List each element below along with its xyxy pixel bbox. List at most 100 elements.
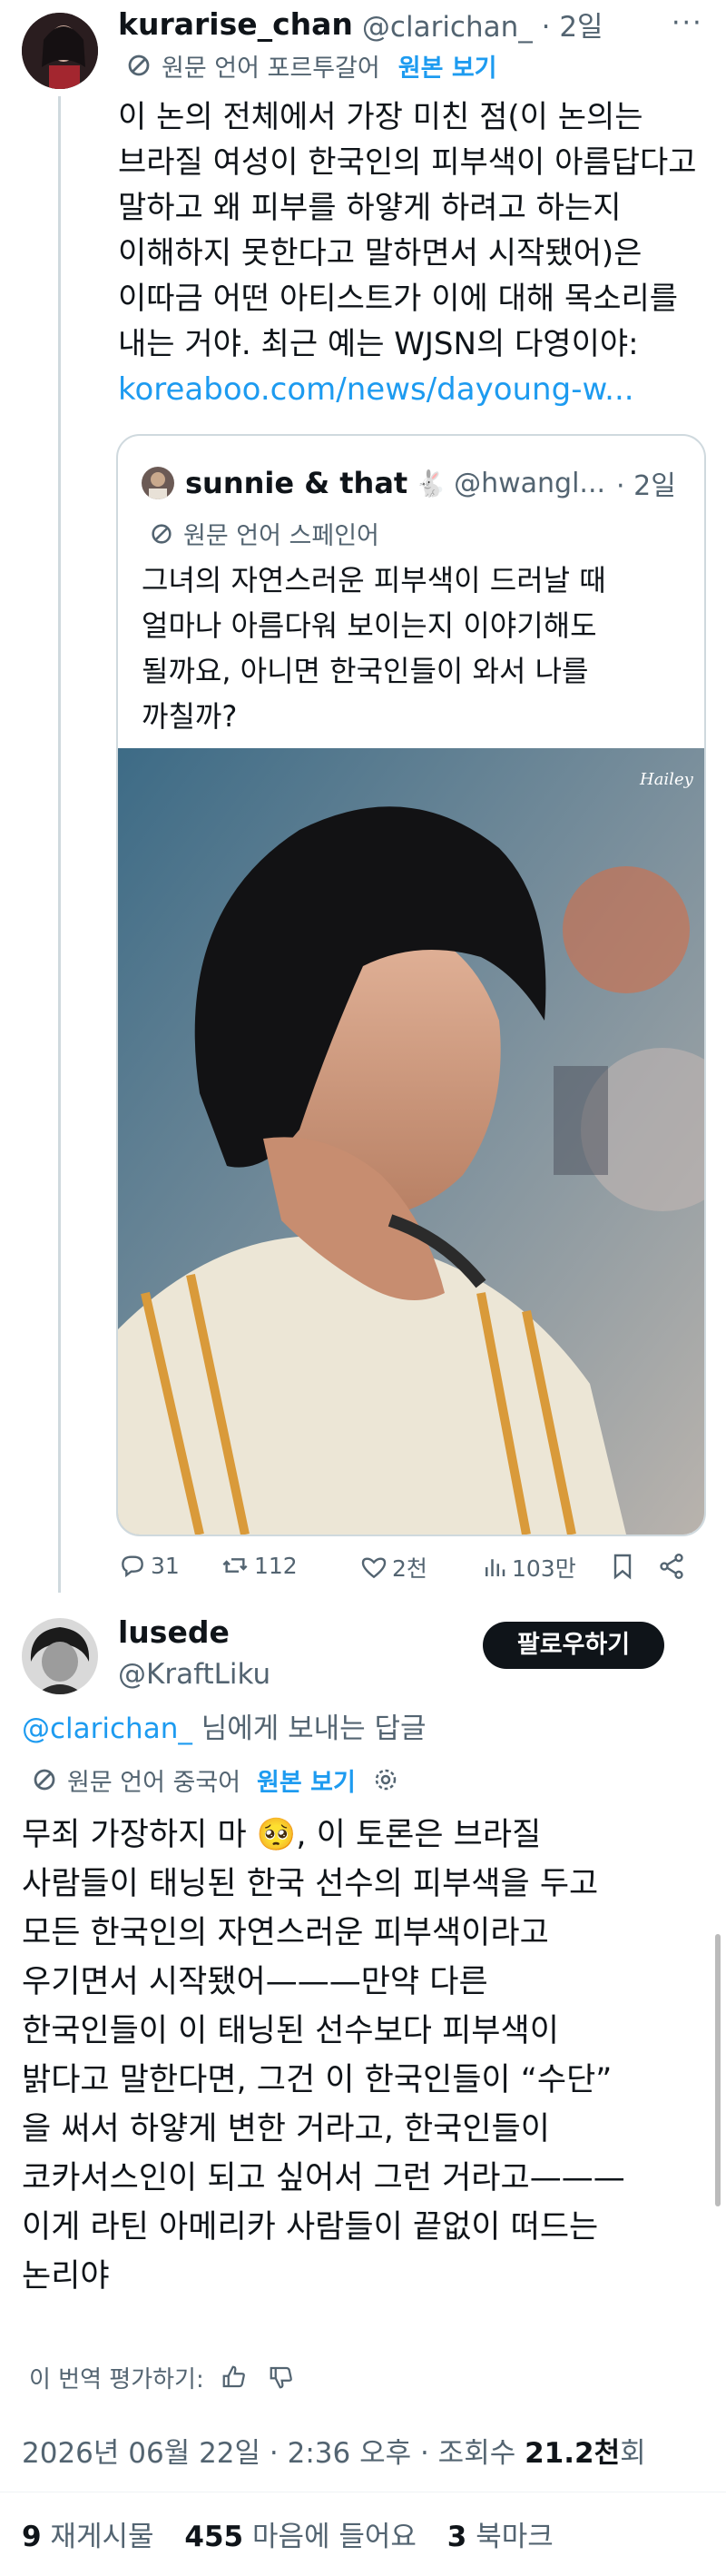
thumbs-down-icon[interactable]: [268, 2364, 295, 2391]
reply-body: 무죄 가장하지 마 🥺, 이 토론은 브라질 사람들이 태닝된 한국 선수의 피…: [22, 1811, 625, 2301]
translate-note: 원문 언어 중국어: [67, 1768, 241, 1797]
quote-photo[interactable]: Hailey: [118, 748, 704, 1535]
quote-line: 될까요, 아니면 한국인들이 와서 나를: [142, 654, 589, 688]
body-line: 이따금 어떤 아티스트가 이에 대해 목소리를: [118, 281, 679, 317]
reply-line: 논리야: [22, 2258, 110, 2295]
tweet-header: kurarise_chan @clarichan_ · 2일: [118, 2, 603, 45]
quote-time: · 2일: [616, 470, 676, 502]
bookmark-icon: [613, 1554, 632, 1580]
reply-line: 이게 라틴 아메리카 사람들이 끝없이 떠드는: [22, 2209, 599, 2245]
reply-line-rest: , 이 토론은 브라질: [296, 1817, 542, 1853]
like-count: 2천: [392, 1555, 427, 1582]
article-link[interactable]: koreaboo.com/news/dayoung-w...: [118, 367, 697, 412]
retweet-button[interactable]: 112: [220, 1551, 298, 1580]
heart-icon: [361, 1557, 387, 1579]
handle-time[interactable]: @clarichan_ · 2일: [362, 4, 603, 44]
translate-row: 원문 언어 중국어 원본 보기: [31, 1762, 399, 1798]
reply-line: 한국인들이 이 태닝된 선수보다 피부색이: [22, 2013, 559, 2049]
retweet-icon: [222, 1558, 248, 1573]
pleading-emoji: 🥺: [256, 1817, 297, 1853]
translate-icon: [128, 54, 150, 76]
quote-translate-note: 원문 언어 스페인어: [183, 522, 379, 550]
view-suffix: 회: [620, 2437, 646, 2470]
translate-note: 원문 언어 포르투갈어: [162, 54, 380, 83]
reply-line-start: 무죄 가장하지 마: [22, 1817, 257, 1853]
reply-line: 모든 한국인의 자연스러운 피부색이라고: [22, 1915, 549, 1951]
follow-button[interactable]: 팔로우하기: [483, 1622, 664, 1669]
view-original-link[interactable]: 원본 보기: [257, 1762, 356, 1798]
reply-button[interactable]: 31: [118, 1551, 180, 1580]
display-name[interactable]: kurarise_chan: [118, 6, 353, 42]
reply-line: 무죄 가장하지 마 🥺, 이 토론은 브라질: [22, 1811, 625, 1860]
translate-row: 원문 언어 포르투갈어 원본 보기: [125, 47, 497, 84]
reposts-stat[interactable]: 9 재게시물: [22, 2521, 154, 2553]
translate-icon: [152, 523, 172, 544]
share-button[interactable]: [657, 1551, 686, 1582]
reply-to-handle[interactable]: @clarichan_: [22, 1712, 192, 1745]
rabbit-icon: 🐇: [415, 468, 447, 498]
reply-line: 우기면서 시작됐어———만약 다른: [22, 1964, 488, 2000]
reply-line: 밝다고 말한다면, 그건 이 한국인들이 “수단”: [22, 2062, 613, 2098]
views-button[interactable]: 103만: [481, 1551, 576, 1584]
quote-line: 그녀의 자연스러운 피부색이 드러날 때: [142, 563, 606, 597]
quote-card[interactable]: sunnie & that 🐇 @hwangl... · 2일 원문 언어 스페…: [116, 434, 706, 1536]
more-icon[interactable]: ···: [672, 7, 703, 39]
share-icon: [660, 1554, 683, 1579]
views-icon: [486, 1559, 505, 1576]
quote-display-name[interactable]: sunnie & that: [185, 466, 407, 500]
tweet-body: 이 논의 전체에서 가장 미친 점(이 논의는 브라질 여성이 한국인의 피부색…: [118, 94, 697, 412]
engagement-row: 9 재게시물 455 마음에 들어요 3 북마크: [22, 2513, 554, 2554]
retweet-count: 112: [254, 1552, 298, 1579]
rate-label: 이 번역 평가하기:: [29, 2365, 204, 2393]
reposts-num: 9: [22, 2521, 42, 2553]
body-line: 브라질 여성이 한국인의 피부색이 아름답다고: [118, 144, 697, 181]
quote-line: 까칠까?: [142, 699, 238, 734]
likes-num: 455: [184, 2521, 244, 2553]
likes-label: 마음에 들어요: [243, 2521, 417, 2553]
reply-to-row: @clarichan_ 님에게 보내는 답글: [22, 1705, 427, 1746]
bookmarks-stat[interactable]: 3 북마크: [447, 2521, 554, 2553]
views-count: 103만: [512, 1555, 576, 1582]
quote-body: 그녀의 자연스러운 피부색이 드러날 때 얼마나 아름다워 보이는지 이야기해도…: [142, 558, 606, 739]
likes-stat[interactable]: 455 마음에 들어요: [184, 2521, 417, 2553]
quote-line: 얼마나 아름다워 보이는지 이야기해도: [142, 608, 597, 643]
rate-translation-row: 이 번역 평가하기:: [29, 2357, 295, 2397]
body-line: 말하고 왜 피부를 하얗게 하려고 하는지: [118, 190, 622, 226]
timestamp-row: 2026년 06월 22일 · 2:36 오후 · 조회수 21.2천회: [22, 2430, 646, 2471]
bookmarks-label: 북마크: [466, 2521, 554, 2553]
avatar-image: [22, 1618, 98, 1694]
photo-watermark: Hailey: [639, 770, 694, 789]
quote-avatar[interactable]: [142, 467, 174, 499]
bookmarks-num: 3: [446, 2521, 467, 2553]
quote-avatar-image: [142, 467, 174, 499]
date-time[interactable]: 2026년 06월 22일 · 2:36 오후 · 조회수: [22, 2437, 525, 2470]
quote-handle[interactable]: @hwangl...: [454, 468, 605, 499]
action-bar: 31 112 2천 103만: [118, 1551, 708, 1591]
handle[interactable]: @KraftLiku: [118, 1658, 270, 1691]
avatar-image: [22, 13, 98, 89]
quote-translate-row: 원문 언어 스페인어: [149, 516, 379, 551]
like-button[interactable]: 2천: [359, 1551, 427, 1584]
reply-to-suffix: 님에게 보내는 답글: [191, 1712, 427, 1745]
scrollbar-thumb[interactable]: [715, 1934, 721, 2206]
display-name[interactable]: lusede: [118, 1614, 230, 1650]
reposts-label: 재게시물: [41, 2521, 154, 2553]
thumbs-up-icon[interactable]: [221, 2364, 248, 2391]
quote-header: sunnie & that 🐇 @hwangl... · 2일: [142, 463, 676, 503]
avatar-kurarise[interactable]: [22, 13, 98, 89]
body-line: 이해하지 못한다고 말하면서 시작됐어)은: [118, 235, 643, 271]
bookmark-button[interactable]: [608, 1551, 637, 1582]
reply-icon: [122, 1555, 143, 1578]
body-line: 내는 거야. 최근 예는 WJSN의 다영이야:: [118, 326, 639, 362]
thread-line: [58, 96, 61, 1593]
view-count: 21.2천: [525, 2437, 621, 2470]
reply-line: 을 써서 하얗게 변한 거라고, 한국인들이: [22, 2111, 550, 2147]
reply-line: 사람들이 태닝된 한국 선수의 피부색을 두고: [22, 1866, 599, 1902]
body-line: 이 논의 전체에서 가장 미친 점(이 논의는: [118, 99, 643, 135]
settings-icon[interactable]: [372, 1766, 399, 1793]
translate-icon: [34, 1769, 55, 1791]
reply-count: 31: [151, 1552, 180, 1579]
view-original-link[interactable]: 원본 보기: [398, 48, 497, 84]
reply-line: 코카서스인이 되고 싶어서 그런 거라고———: [22, 2160, 625, 2196]
avatar-lusede[interactable]: [22, 1618, 98, 1694]
